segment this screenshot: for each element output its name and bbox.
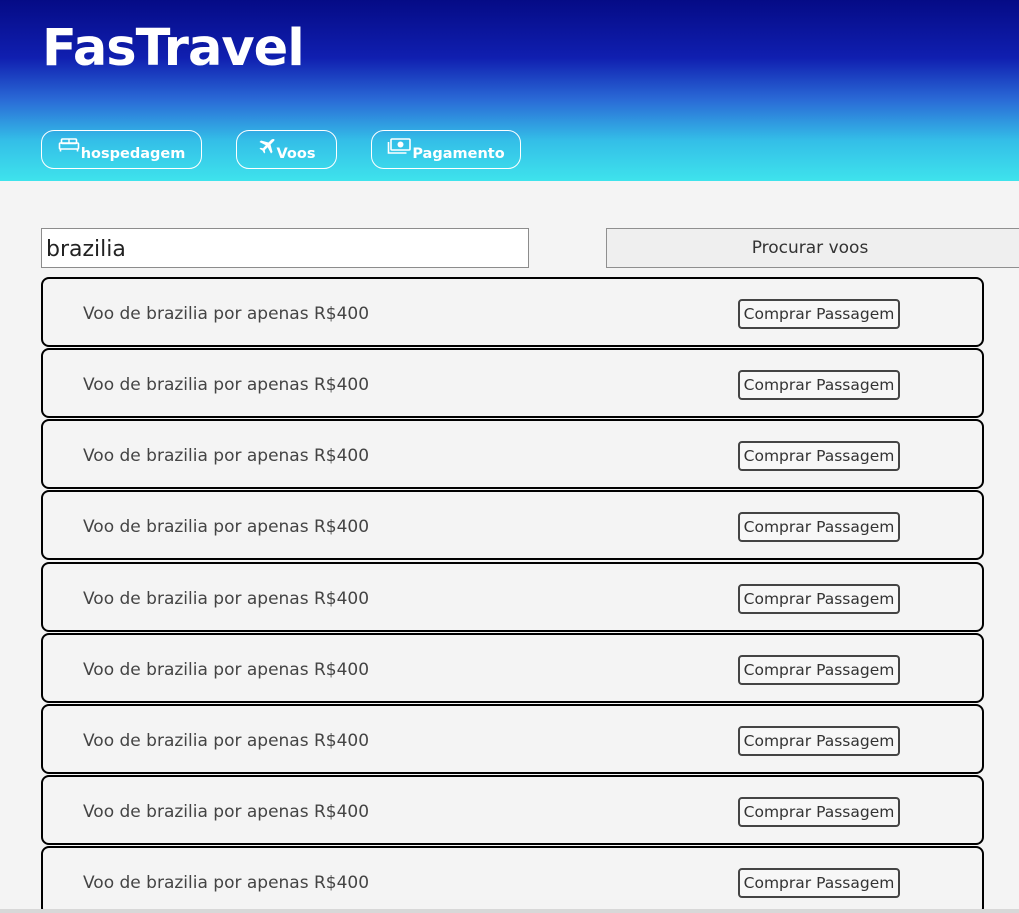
flight-result-text: Voo de brazilia por apenas R$400 bbox=[83, 731, 370, 751]
flight-result-text: Voo de brazilia por apenas R$400 bbox=[83, 517, 370, 537]
flight-result-card: Voo de brazilia por apenas R$400 Comprar … bbox=[41, 562, 984, 632]
flight-result-card: Voo de brazilia por apenas R$400 Comprar … bbox=[41, 277, 984, 347]
flight-result-text: Voo de brazilia por apenas R$400 bbox=[83, 589, 370, 609]
nav-voos-label: Voos bbox=[276, 146, 316, 162]
buy-ticket-button[interactable]: Comprar Passagem bbox=[738, 441, 900, 471]
flight-result-text: Voo de brazilia por apenas R$400 bbox=[83, 873, 370, 893]
flight-result-text: Voo de brazilia por apenas R$400 bbox=[83, 446, 370, 466]
buy-ticket-button[interactable]: Comprar Passagem bbox=[738, 655, 900, 685]
flight-result-text: Voo de brazilia por apenas R$400 bbox=[83, 802, 370, 822]
buy-ticket-button[interactable]: Comprar Passagem bbox=[738, 512, 900, 542]
search-input[interactable] bbox=[41, 228, 529, 268]
app-logo: FasTravel bbox=[42, 19, 305, 78]
nav-pagamento-button[interactable]: Pagamento bbox=[371, 130, 521, 169]
header: FasTravel hospedagem Voos Pagamento bbox=[0, 0, 1019, 181]
nav-pagamento-label: Pagamento bbox=[412, 146, 505, 162]
nav-hospedagem-button[interactable]: hospedagem bbox=[41, 130, 202, 169]
divider bbox=[0, 909, 1019, 913]
flight-result-text: Voo de brazilia por apenas R$400 bbox=[83, 660, 370, 680]
nav-hospedagem-label: hospedagem bbox=[80, 146, 186, 162]
buy-ticket-button[interactable]: Comprar Passagem bbox=[738, 584, 900, 614]
flight-result-card: Voo de brazilia por apenas R$400 Comprar … bbox=[41, 348, 984, 418]
airplane-icon bbox=[258, 138, 276, 160]
buy-ticket-button[interactable]: Comprar Passagem bbox=[738, 299, 900, 329]
flight-result-card: Voo de brazilia por apenas R$400 Comprar … bbox=[41, 419, 984, 489]
nav-voos-button[interactable]: Voos bbox=[236, 130, 337, 169]
search-flights-button[interactable]: Procurar voos bbox=[606, 228, 1019, 268]
flight-result-text: Voo de brazilia por apenas R$400 bbox=[83, 304, 370, 324]
flight-result-card: Voo de brazilia por apenas R$400 Comprar … bbox=[41, 490, 984, 560]
buy-ticket-button[interactable]: Comprar Passagem bbox=[738, 370, 900, 400]
money-icon bbox=[387, 138, 412, 158]
bed-icon bbox=[58, 138, 80, 156]
flight-result-text: Voo de brazilia por apenas R$400 bbox=[83, 375, 370, 395]
buy-ticket-button[interactable]: Comprar Passagem bbox=[738, 797, 900, 827]
buy-ticket-button[interactable]: Comprar Passagem bbox=[738, 868, 900, 898]
flight-result-card: Voo de brazilia por apenas R$400 Comprar … bbox=[41, 775, 984, 845]
flight-result-card: Voo de brazilia por apenas R$400 Comprar … bbox=[41, 846, 984, 913]
flight-result-card: Voo de brazilia por apenas R$400 Comprar … bbox=[41, 704, 984, 774]
buy-ticket-button[interactable]: Comprar Passagem bbox=[738, 726, 900, 756]
flight-result-card: Voo de brazilia por apenas R$400 Comprar … bbox=[41, 633, 984, 703]
